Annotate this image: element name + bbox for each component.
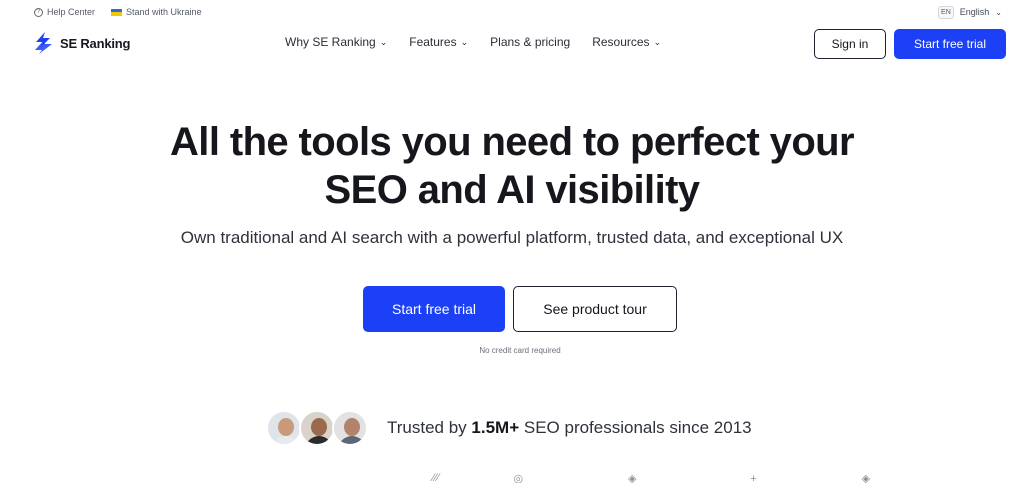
logo-text: SE Ranking: [60, 35, 131, 51]
language-selector[interactable]: EN English ⌄: [938, 5, 1002, 19]
nav-resources-label: Resources: [592, 35, 650, 49]
stand-with-ukraine-link[interactable]: Stand with Ukraine: [111, 7, 202, 17]
avatar: [332, 410, 368, 446]
trust-row: Trusted by 1.5M+ SEO professionals since…: [266, 408, 752, 448]
partner-logo: ▁▁▁: [221, 473, 249, 483]
utility-links: ? Help Center Stand with Ukraine: [34, 7, 202, 17]
nav-links: Why SE Ranking ⌄ Features ⌄ Plans & pric…: [285, 35, 661, 49]
utility-bar: ? Help Center Stand with Ukraine EN Engl…: [0, 0, 1024, 24]
chevron-down-icon: ⌄: [379, 36, 388, 47]
partner-logo: ◈ ▁▁▁▁: [861, 473, 910, 483]
trust-prefix: Trusted by: [387, 418, 472, 437]
nav-features[interactable]: Features ⌄: [409, 35, 468, 49]
ukraine-flag-icon: [111, 8, 123, 16]
nav-why-se-ranking-label: Why SE Ranking: [285, 35, 376, 49]
chevron-down-icon: ⌄: [460, 36, 469, 47]
see-product-tour-button[interactable]: See product tour: [513, 286, 677, 332]
logo[interactable]: SE Ranking: [34, 32, 130, 54]
sign-in-button[interactable]: Sign in: [814, 29, 886, 59]
hero-title-line-1: All the tools you need to perfect your: [170, 120, 855, 164]
hero-title-line-2: SEO and AI visibility: [324, 168, 701, 212]
se-ranking-logo-icon: [35, 32, 52, 54]
partner-logo: ▁▁: [130, 473, 148, 483]
help-center-link[interactable]: ? Help Center: [34, 7, 95, 17]
help-center-label: Help Center: [47, 7, 96, 17]
page: ? Help Center Stand with Ukraine EN Engl…: [0, 0, 1024, 483]
partner-logo: ◈ ▁▁▁▁: [627, 473, 677, 483]
hero-title: All the tools you need to perfect your S…: [112, 118, 912, 214]
chevron-down-icon: ⌄: [653, 36, 662, 47]
nav-start-free-trial-button[interactable]: Start free trial: [894, 29, 1006, 59]
main-navbar: SE Ranking Why SE Ranking ⌄ Features ⌄ P…: [0, 26, 1024, 62]
nav-plans-pricing[interactable]: Plans & pricing: [490, 35, 570, 49]
hero-start-free-trial-button[interactable]: Start free trial: [363, 286, 505, 332]
avatar: [299, 410, 335, 446]
nav-features-label: Features: [409, 35, 457, 49]
trust-suffix: SEO professionals since 2013: [519, 418, 752, 437]
partner-logo: ◎ ▁▁▁: [513, 473, 555, 483]
language-code-badge: EN: [938, 5, 954, 19]
partner-logo: ⁄⁄⁄: [432, 472, 440, 483]
avatar-group: [266, 410, 368, 446]
avatar: [266, 410, 302, 446]
nav-resources[interactable]: Resources ⌄: [592, 35, 661, 49]
help-circle-icon: ?: [34, 7, 43, 17]
language-area: EN English ⌄: [938, 5, 1002, 19]
chevron-down-icon: ⌄: [995, 7, 1002, 17]
nav-why-se-ranking[interactable]: Why SE Ranking ⌄: [285, 35, 387, 49]
hero-subtitle: Own traditional and AI search with a pow…: [180, 228, 844, 247]
partner-logo-strip: ▁▁ ▁▁▁ ▁▁▁▁ ⁄⁄⁄ ◎ ▁▁▁ ◈ ▁▁▁▁ + ▁▁▁ ◈ ▁▁▁…: [130, 472, 910, 483]
partner-logo: ▁▁▁▁: [322, 473, 359, 483]
no-credit-card-note: No credit card required: [479, 346, 561, 355]
nav-plans-pricing-label: Plans & pricing: [490, 35, 571, 49]
trust-highlight: 1.5M+: [471, 418, 520, 437]
trust-text: Trusted by 1.5M+ SEO professionals since…: [387, 418, 752, 438]
partner-logo: + ▁▁▁: [750, 473, 788, 483]
stand-with-ukraine-label: Stand with Ukraine: [126, 7, 202, 17]
language-label: English: [959, 7, 990, 17]
